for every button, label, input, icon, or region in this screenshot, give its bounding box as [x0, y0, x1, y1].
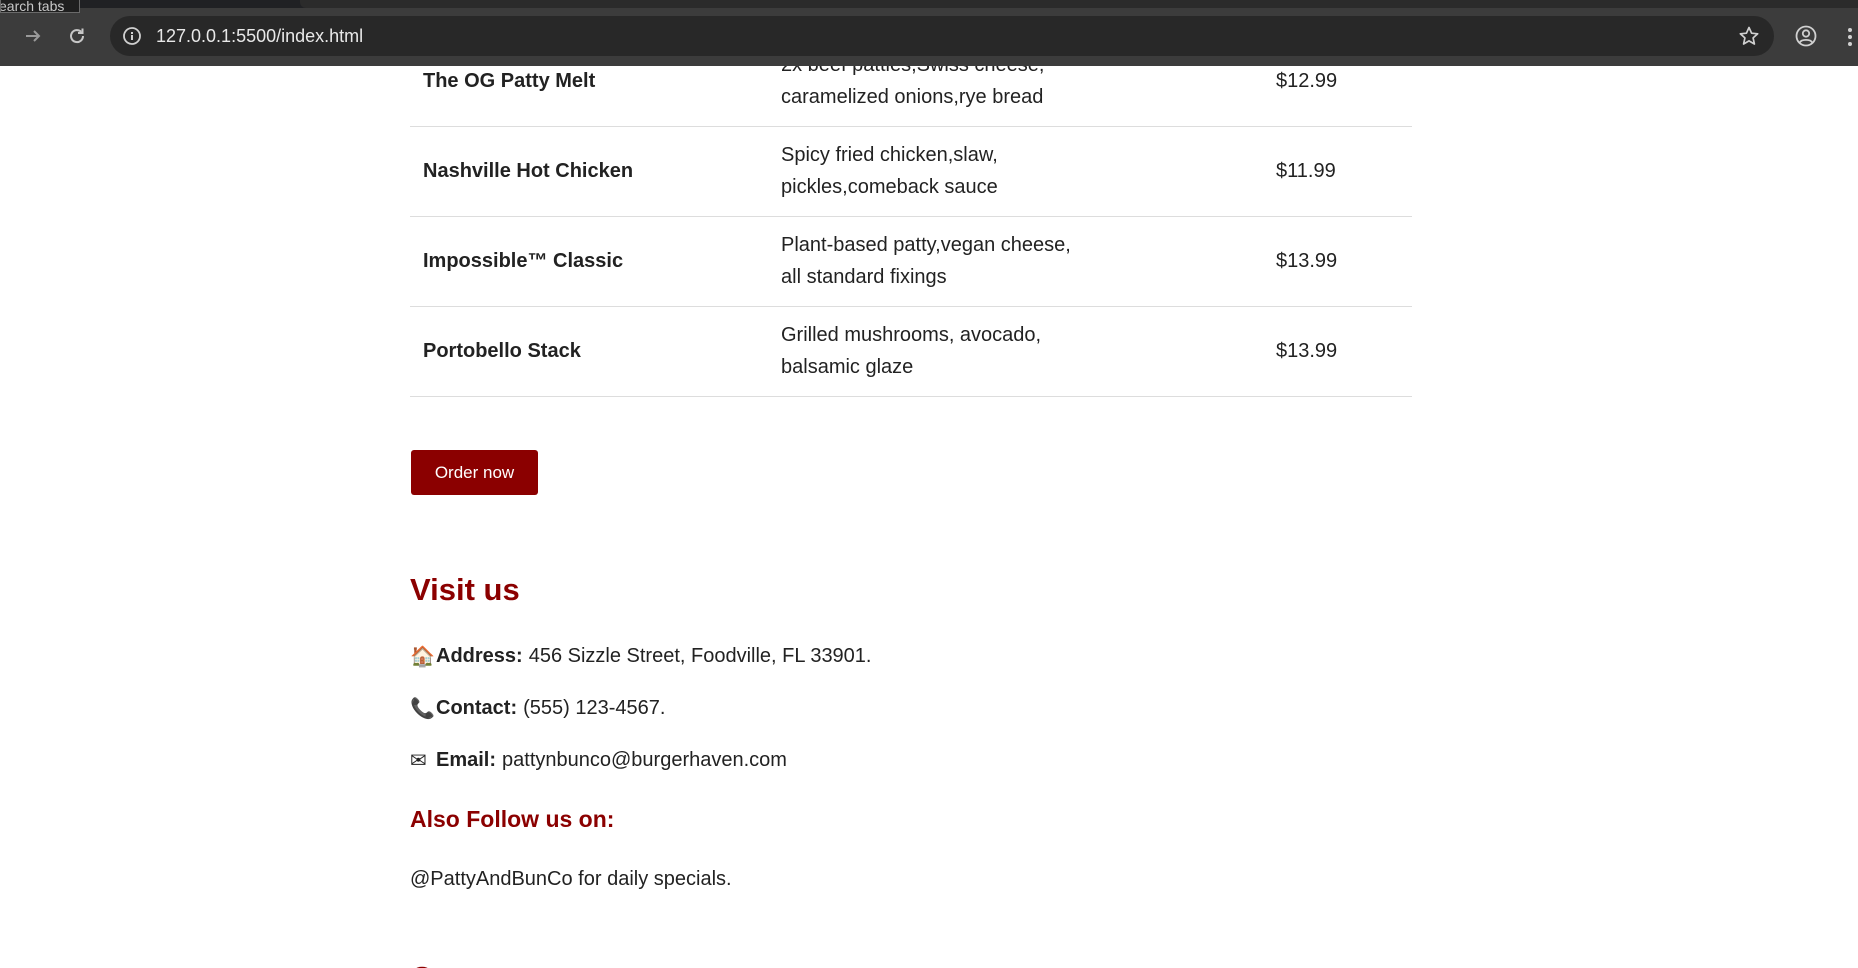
- item-price: $13.99: [1276, 250, 1338, 272]
- item-description: Spicy fried chicken,slaw, pickles,comeba…: [781, 144, 998, 198]
- follow-us-heading: Also Follow us on:: [410, 806, 615, 832]
- house-icon: 🏠: [410, 645, 435, 668]
- item-price: $11.99: [1276, 160, 1336, 182]
- contact-value: (555) 123-4567.: [523, 696, 666, 719]
- tab-strip-active: [300, 0, 1858, 8]
- visit-us-heading: Visit us: [410, 572, 520, 607]
- bookmark-star-icon[interactable]: [1738, 25, 1760, 47]
- page-viewport: The OG Patty Melt 2x beef patties,Swiss …: [0, 66, 1858, 968]
- item-description: Grilled mushrooms, avocado, balsamic gla…: [781, 324, 1042, 378]
- envelope-icon: ✉: [410, 749, 427, 772]
- forward-button[interactable]: [18, 21, 48, 51]
- item-price: $12.99: [1276, 69, 1338, 92]
- item-name: The OG Patty Melt: [423, 69, 596, 92]
- profile-icon[interactable]: [1791, 21, 1821, 51]
- browser-toolbar: earch tabs 127.0.0.1:5500/index.html: [0, 0, 1858, 66]
- item-price: $13.99: [1276, 340, 1338, 362]
- more-menu-icon[interactable]: [1842, 22, 1858, 52]
- item-name: Nashville Hot Chicken: [423, 160, 634, 182]
- url-text[interactable]: 127.0.0.1:5500/index.html: [156, 26, 363, 46]
- reload-icon: [70, 28, 85, 44]
- phone-icon: 📞: [410, 697, 435, 720]
- arrow-right-icon: [26, 30, 41, 42]
- reload-button[interactable]: [62, 21, 92, 51]
- next-section-heading: Our: [410, 958, 470, 968]
- table-row: Portobello Stack Grilled mushrooms, avoc…: [410, 306, 1412, 396]
- email-value: pattynbunco@burgerhaven.com: [502, 748, 787, 771]
- email-label: Email:: [436, 748, 497, 771]
- social-handle-text: @PattyAndBunCo for daily specials.: [410, 868, 732, 890]
- table-row: The OG Patty Melt 2x beef patties,Swiss …: [410, 66, 1412, 126]
- address-value: 456 Sizzle Street, Foodville, FL 33901.: [528, 644, 872, 667]
- address-label: Address:: [436, 644, 523, 667]
- table-row: Impossible™ Classic Plant-based patty,ve…: [410, 216, 1412, 306]
- item-description: 2x beef patties,Swiss cheese, caramelize…: [781, 66, 1044, 108]
- table-row: Nashville Hot Chicken Spicy fried chicke…: [410, 126, 1412, 216]
- menu-table: The OG Patty Melt 2x beef patties,Swiss …: [410, 66, 1412, 397]
- search-tabs-tooltip: earch tabs: [0, 0, 80, 13]
- email-line: ✉ Email: pattynbunco@burgerhaven.com: [410, 748, 787, 772]
- order-now-button[interactable]: Order now: [411, 450, 538, 495]
- item-name: Impossible™ Classic: [423, 250, 624, 272]
- contact-label: Contact:: [436, 696, 518, 719]
- address-bar[interactable]: 127.0.0.1:5500/index.html: [110, 16, 1774, 56]
- item-description: Plant-based patty,vegan cheese, all stan…: [781, 234, 1071, 288]
- contact-line: 📞 Contact: (555) 123-4567.: [410, 696, 665, 720]
- item-name: Portobello Stack: [423, 340, 581, 362]
- site-info-icon[interactable]: [122, 26, 142, 46]
- address-line: 🏠 Address: 456 Sizzle Street, Foodville,…: [410, 644, 872, 668]
